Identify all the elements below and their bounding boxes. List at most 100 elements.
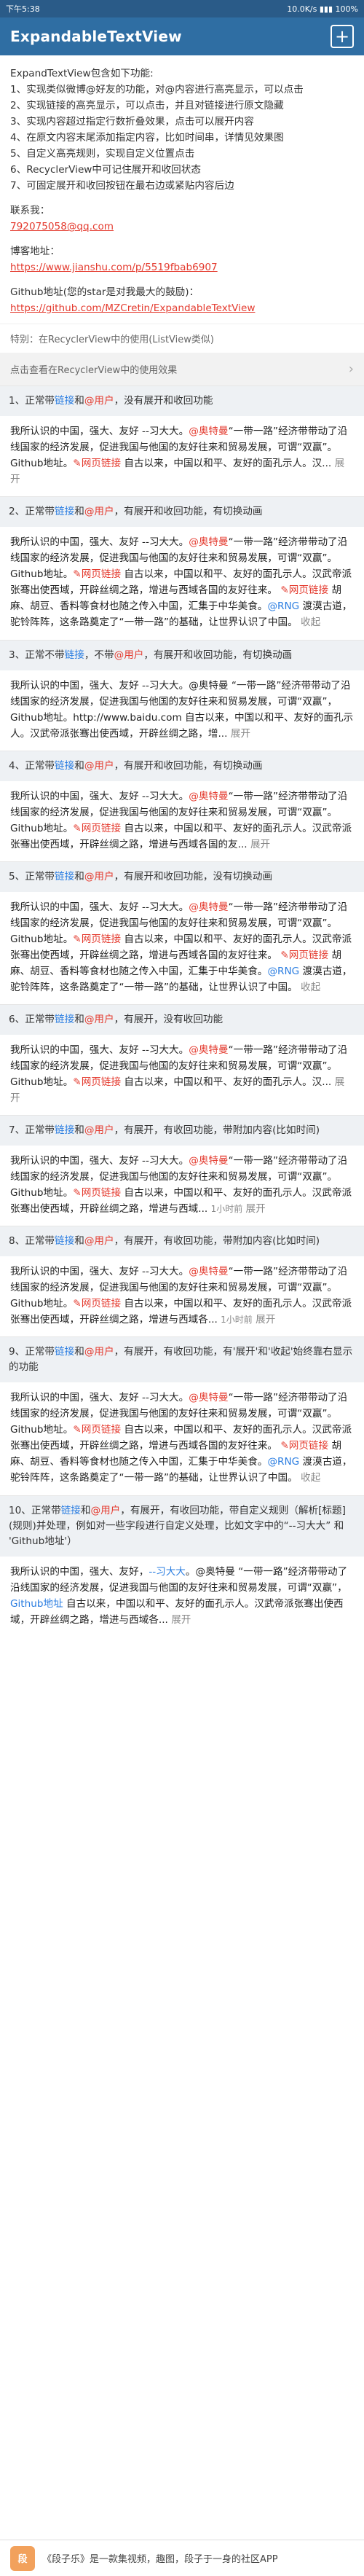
expandable-text[interactable]: 我所认识的中国，强大、友好 --习大大。@奥特曼“一带一路”经济带带动了沿线国家… <box>0 1035 364 1115</box>
header-at-word: @用户 <box>84 395 114 407</box>
at-user-link[interactable]: @奥特曼 <box>189 901 228 913</box>
web-link[interactable]: 网页链接 <box>82 1424 121 1436</box>
header-at-word: @用户 <box>84 1235 114 1248</box>
at-user-link[interactable]: @奥特曼 <box>189 791 228 802</box>
collapse-toggle[interactable]: 收起 <box>301 1472 320 1484</box>
app-toolbar: ExpandableTextView + <box>0 17 364 55</box>
expandable-text[interactable]: 我所认识的中国，强大、友好，--习大大。@奥特曼 “一带一路”经济带带动了沿线国… <box>0 1557 364 1637</box>
chevron-right-icon: › <box>348 361 354 377</box>
header-text: 和 <box>74 1346 84 1358</box>
at-user-link[interactable]: @奥特曼 <box>189 1044 228 1056</box>
header-link-word: 链接 <box>55 395 75 407</box>
at-user-link[interactable]: @RNG <box>267 966 299 977</box>
body-text: 我所认识的中国，强大、友好 --习大大。 <box>10 1392 189 1404</box>
expandable-text[interactable]: 我所认识的中国，强大、友好 --习大大。@奥特曼“一带一路”经济带带动了沿线国家… <box>0 1146 364 1226</box>
custom-rule-link[interactable]: --习大大 <box>149 1566 186 1578</box>
web-link[interactable]: 网页链接 <box>82 823 121 834</box>
body-text: 我所认识的中国，强大、友好 --习大大。 <box>10 1266 189 1278</box>
web-link[interactable]: 网页链接 <box>82 1076 121 1088</box>
header-text: ，有展开和收回功能，有切换动画 <box>114 759 263 772</box>
example-header: 10、正常带链接和@用户，有展开，有收回功能，带自定义规则（解析[标题](规则)… <box>0 1495 364 1557</box>
collapse-toggle[interactable]: 收起 <box>301 616 320 628</box>
feature-line: 2、实现链接的高亮显示，可以点击，并且对链接进行原文隐藏 <box>10 100 284 112</box>
at-user-link[interactable]: @RNG <box>267 1456 299 1468</box>
at-user-link[interactable]: @奥特曼 <box>189 426 228 437</box>
battery-level: 100% <box>335 4 358 14</box>
header-link-word: 链接 <box>55 506 75 518</box>
status-time: 下午5:38 <box>6 4 40 14</box>
header-text: ，有展开和收回功能，有切换动画 <box>143 649 293 661</box>
at-user-link[interactable]: @奥特曼 <box>189 1155 228 1167</box>
ad-banner[interactable]: 段 《段子乐》是一款集视频，趣图，段子于一身的社区APP <box>0 2540 364 2576</box>
header-link-word: 链接 <box>55 759 75 772</box>
expandable-text[interactable]: 我所认识的中国，强大、友好 --习大大。@奥特曼“一带一路”经济带带动了沿线国家… <box>0 527 364 639</box>
header-text: 和 <box>80 1504 91 1516</box>
at-user-link[interactable]: @奥特曼 <box>189 1266 228 1277</box>
app-logo-icon: 段 <box>10 2545 35 2571</box>
example-item-1: 1、正常带链接和@用户，没有展开和收回功能 我所认识的中国，强大、友好 --习大… <box>0 385 364 496</box>
web-link[interactable]: 网页链接 <box>82 458 121 469</box>
header-text: 1、正常带 <box>9 395 55 407</box>
expand-toggle[interactable]: 展开 <box>246 1203 266 1215</box>
web-link[interactable]: 网页链接 <box>82 568 121 580</box>
github-link[interactable]: https://github.com/MZCretin/ExpandableTe… <box>10 302 255 314</box>
body-text: 我所认识的中国，强大、友好 --习大大。 <box>10 1155 189 1167</box>
web-link[interactable]: 网页链接 <box>82 933 121 945</box>
expand-toggle[interactable]: 展开 <box>256 1314 275 1326</box>
body-text: 我所认识的中国，强大、友好 --习大大。 <box>10 536 189 549</box>
feature-line: 3、实现内容超过指定行数折叠效果，点击可以展开内容 <box>10 116 254 128</box>
expandable-text[interactable]: 我所认识的中国，强大、友好 --习大大。@奥特曼“一带一路”经济带带动了沿线国家… <box>0 781 364 861</box>
contact-email-link[interactable]: 792075058@qq.com <box>10 221 114 232</box>
example-item-7: 7、正常带链接和@用户，有展开，有收回功能，带附加内容(比如时间) 我所认识的中… <box>0 1115 364 1226</box>
web-link[interactable]: 网页链接 <box>289 950 328 961</box>
add-icon[interactable]: + <box>331 25 354 48</box>
contact-label: 联系我： <box>10 205 50 217</box>
body-text: 我所认识的中国，强大、友好 --习大大。 <box>10 1044 189 1056</box>
web-link[interactable]: 网页链接 <box>82 1187 121 1199</box>
blog-link[interactable]: https://www.jianshu.com/p/5519fbab6907 <box>10 262 218 273</box>
header-link-word: 链接 <box>55 1235 75 1248</box>
header-text: ，有展开和收回功能，没有切换动画 <box>114 870 273 882</box>
body-text: 我所认识的中国，强大、友好， <box>10 1565 149 1578</box>
header-text: ，有展开，有收回功能，带附加内容(比如时间) <box>114 1124 320 1137</box>
ad-text: 《段子乐》是一款集视频，趣图，段子于一身的社区APP <box>42 2554 278 2565</box>
header-at-word: @用户 <box>84 1013 114 1025</box>
header-text: 和 <box>74 1235 84 1248</box>
header-text: 2、正常带 <box>9 506 55 518</box>
expandable-text[interactable]: 我所认识的中国，强大、友好 --习大大。@奥特曼“一带一路”经济带带动了沿线国家… <box>0 1382 364 1495</box>
body-text: 我所认识的中国，强大、友好 --习大大。 <box>10 426 189 438</box>
header-link-word: 链接 <box>55 870 75 882</box>
expandable-text[interactable]: 我所认识的中国，强大、友好 --习大大。@奥特曼 “一带一路”经济带带动了沿线国… <box>0 670 364 751</box>
collapse-toggle[interactable]: 收起 <box>301 982 320 993</box>
body-text: 我所认识的中国，强大、友好 --习大大。@奥特曼 “一带一路”经济带带动了沿线国… <box>10 679 354 740</box>
app-title: ExpandableTextView <box>10 28 182 45</box>
recyclerview-demo-button[interactable]: 点击查看在RecyclerView中的使用效果 › <box>0 353 364 386</box>
at-user-link[interactable]: @奥特曼 <box>189 1392 228 1404</box>
expand-toggle[interactable]: 展开 <box>171 1614 191 1626</box>
header-text: 9、正常带 <box>9 1346 55 1358</box>
example-header: 7、正常带链接和@用户，有展开，有收回功能，带附加内容(比如时间) <box>0 1116 364 1146</box>
expandable-text[interactable]: 我所认识的中国，强大、友好 --习大大。@奥特曼“一带一路”经济带带动了沿线国家… <box>0 416 364 496</box>
intro-section: ExpandTextView包含如下功能: 1、实现类似微博@好友的功能，对@内… <box>0 55 364 324</box>
header-link-word: 链接 <box>55 1346 75 1358</box>
expand-toggle[interactable]: 展开 <box>231 728 250 740</box>
at-user-link[interactable]: @奥特曼 <box>189 536 228 548</box>
feature-line: 5、自定义高亮规则，实现自定义位置点击 <box>10 148 195 160</box>
web-link[interactable]: 网页链接 <box>82 1298 121 1309</box>
example-item-6: 6、正常带链接和@用户，有展开，没有收回功能 我所认识的中国，强大、友好 --习… <box>0 1003 364 1115</box>
custom-rule-link[interactable]: Github地址 <box>10 1598 63 1610</box>
web-link[interactable]: 网页链接 <box>289 1440 328 1452</box>
web-link[interactable]: 网页链接 <box>289 584 328 596</box>
feature-line: 4、在原文内容末尾添加指定内容，比如时间串，详情见效果图 <box>10 132 284 144</box>
header-at-word: @用户 <box>84 1346 114 1358</box>
link-icon: ✎ <box>280 949 289 961</box>
header-text: 和 <box>74 506 84 518</box>
link-icon: ✎ <box>73 1076 82 1088</box>
expandable-text[interactable]: 我所认识的中国，强大、友好 --习大大。@奥特曼“一带一路”经济带带动了沿线国家… <box>0 1256 364 1336</box>
at-user-link[interactable]: @RNG <box>267 600 299 612</box>
header-at-word: @用户 <box>84 506 114 518</box>
expand-toggle[interactable]: 展开 <box>250 839 270 850</box>
expandable-text[interactable]: 我所认识的中国，强大、友好 --习大大。@奥特曼“一带一路”经济带带动了沿线国家… <box>0 892 364 1004</box>
link-icon: ✎ <box>73 1424 82 1436</box>
header-text: ，有展开，没有收回功能 <box>114 1013 223 1025</box>
